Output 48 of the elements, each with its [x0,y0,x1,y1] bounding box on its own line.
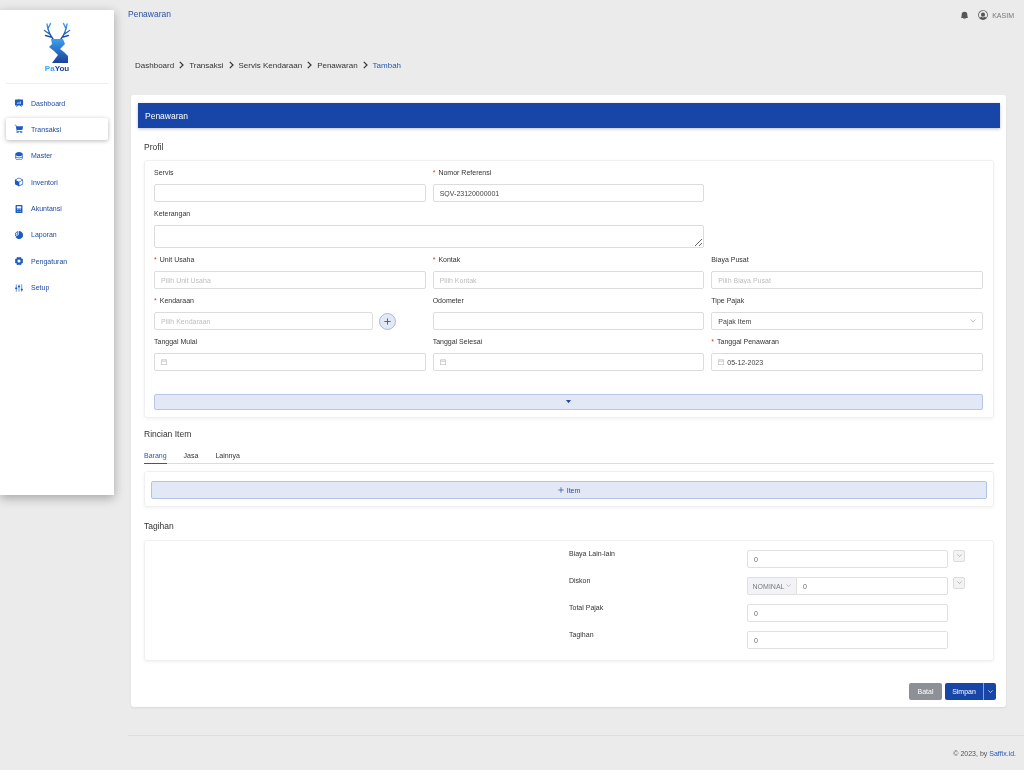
breadcrumb-current: Tambah [372,60,402,70]
dropdown-button[interactable] [953,577,965,589]
calendar-icon [718,359,725,365]
expand-toggle[interactable] [154,394,983,410]
caret-down-icon [566,400,571,404]
user-avatar-icon [977,9,990,21]
chevron-right-icon [228,61,234,69]
settings-icon [14,256,24,267]
brand-name: PaYou [44,64,70,74]
bell-icon [960,10,970,20]
plus-icon [383,317,391,325]
textarea-field[interactable] [154,225,705,248]
chevron-right-icon [307,61,313,69]
sliders-icon [14,282,24,293]
panel-header: Penawaran [138,103,1000,128]
chevron-down-icon [956,581,962,585]
chevron-down-icon [956,554,962,558]
calculator-icon [14,203,24,214]
section-title: Tagihan [144,520,175,532]
chevron-right-icon [179,61,185,69]
chart-board-icon [14,98,24,108]
deer-logo [43,22,71,63]
breadcrumb-link[interactable]: Dashboard [135,60,175,70]
cube-icon [14,177,24,188]
calendar-icon [439,359,446,365]
date-field[interactable] [154,353,426,371]
dropdown-button[interactable] [953,550,965,562]
section-title: Profil [144,141,165,153]
text-field[interactable] [154,184,426,202]
breadcrumb-link[interactable]: Servis Kendaraan [238,60,303,70]
section-title: Rincian Item [144,428,193,440]
chevron-down-icon [970,319,976,323]
add-button[interactable] [378,312,396,330]
calendar-icon [161,359,167,365]
breadcrumb-link[interactable]: Penawaran [317,60,358,70]
save-options-button[interactable] [983,683,996,700]
breadcrumb-link[interactable]: Transaksi [189,60,224,70]
page-title: Penawaran [128,9,171,19]
notification-button[interactable] [960,10,970,20]
chevron-down-icon [786,584,792,588]
pie-chart-icon [14,229,24,240]
plus-icon [557,487,564,493]
text-field[interactable] [432,312,705,330]
chevron-down-icon [987,689,993,694]
cart-icon [14,124,24,135]
date-field[interactable] [432,353,705,371]
database-icon [14,150,24,161]
chevron-right-icon [362,61,368,69]
